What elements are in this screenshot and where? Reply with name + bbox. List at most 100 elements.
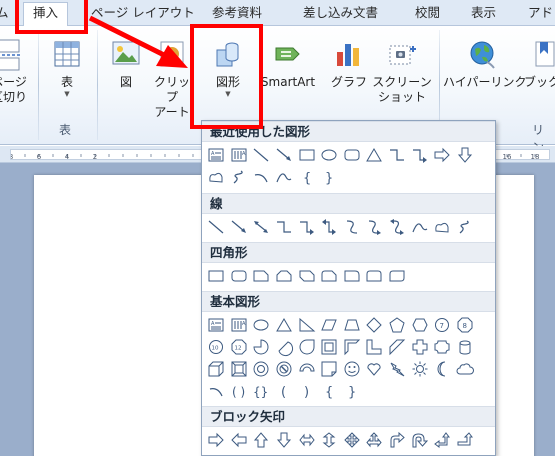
double-arrow-line-shape-icon[interactable] (250, 216, 273, 238)
freeform-shape-icon[interactable] (431, 216, 454, 238)
freeform-shape-icon[interactable] (205, 166, 228, 188)
curve-shape-icon[interactable] (408, 216, 431, 238)
no-symbol-shape-icon[interactable] (273, 358, 296, 380)
left-right-arrow-shape-icon[interactable] (295, 429, 318, 451)
curved-arrow-connector-shape-icon[interactable] (363, 216, 386, 238)
tab-page-layout[interactable]: ページ レイアウト (91, 3, 195, 25)
clipart-button[interactable]: クリップ アート (150, 38, 194, 120)
folded-corner-shape-icon[interactable] (318, 358, 341, 380)
page-break-button[interactable]: ページ 区切り (0, 38, 30, 105)
rounded-rectangle-shape-icon[interactable] (228, 265, 251, 287)
textbox-shape-icon[interactable]: A (205, 144, 228, 166)
hyperlink-button[interactable]: ハイパーリンク (443, 38, 527, 90)
right-bracket-shape-icon[interactable]: ) (295, 380, 318, 402)
left-arrow-shape-icon[interactable] (228, 429, 251, 451)
elbow-arrow-connector-shape-icon[interactable] (295, 216, 318, 238)
frame-shape-icon[interactable] (318, 336, 341, 358)
picture-button[interactable]: 図 (108, 38, 144, 90)
scribble-shape-icon[interactable] (228, 166, 251, 188)
dodecagon-shape-icon[interactable]: 12 (228, 336, 251, 358)
scribble-shape-icon[interactable] (454, 216, 477, 238)
donut-shape-icon[interactable] (250, 358, 273, 380)
down-arrow-shape-icon[interactable] (273, 429, 296, 451)
bookmark-button[interactable]: ブック (524, 38, 555, 90)
line-shape-icon[interactable] (250, 144, 273, 166)
elbow-arrow-connector-shape-icon[interactable] (408, 144, 431, 166)
chord-shape-icon[interactable] (273, 336, 296, 358)
arc-shape-icon[interactable] (250, 166, 273, 188)
right-arrow-shape-icon[interactable] (205, 429, 228, 451)
curve-shape-icon[interactable] (273, 166, 296, 188)
heart-shape-icon[interactable] (363, 358, 386, 380)
pie-shape-icon[interactable] (250, 336, 273, 358)
snip-diagonal-rectangle-shape-icon[interactable] (295, 265, 318, 287)
double-brace-shape-icon[interactable]: {} (250, 380, 273, 402)
vertical-textbox-shape-icon[interactable]: A (228, 314, 251, 336)
round-same-side-rectangle-shape-icon[interactable] (363, 265, 386, 287)
up-arrow-shape-icon[interactable] (250, 429, 273, 451)
down-arrow-shape-icon[interactable] (454, 144, 477, 166)
diagonal-stripe-shape-icon[interactable] (386, 336, 409, 358)
bent-arrow-shape-icon[interactable] (386, 429, 409, 451)
table-button[interactable]: 表 ▼ (50, 38, 84, 98)
right-arrow-shape-icon[interactable] (431, 144, 454, 166)
rectangle-shape-icon[interactable] (295, 144, 318, 166)
curved-connector-shape-icon[interactable] (341, 216, 364, 238)
heptagon-shape-icon[interactable]: 7 (431, 314, 454, 336)
left-brace-shape-icon[interactable]: { (295, 166, 318, 188)
tab-mailings[interactable]: 差し込み文書 (303, 3, 378, 25)
rounded-rectangle-shape-icon[interactable] (341, 144, 364, 166)
smartart-button[interactable]: SmartArt (257, 38, 319, 90)
pentagon-shape-icon[interactable] (386, 314, 409, 336)
smiley-face-shape-icon[interactable] (341, 358, 364, 380)
snip-round-rectangle-shape-icon[interactable] (318, 265, 341, 287)
quad-arrow-shape-icon[interactable] (341, 429, 364, 451)
textbox-shape-icon[interactable]: A (205, 314, 228, 336)
snip-single-corner-rectangle-shape-icon[interactable] (250, 265, 273, 287)
tab-view[interactable]: 表示 (471, 3, 496, 25)
left-right-up-arrow-shape-icon[interactable] (363, 429, 386, 451)
tab-review[interactable]: 校閲 (415, 3, 440, 25)
double-bracket-shape-icon[interactable]: ( ) (228, 380, 251, 402)
plaque-shape-icon[interactable] (431, 336, 454, 358)
curved-double-arrow-connector-shape-icon[interactable] (386, 216, 409, 238)
teardrop-shape-icon[interactable] (295, 336, 318, 358)
moon-shape-icon[interactable] (431, 358, 454, 380)
left-bracket-shape-icon[interactable]: ( (273, 380, 296, 402)
sun-shape-icon[interactable] (408, 358, 431, 380)
decagon-shape-icon[interactable]: 10 (205, 336, 228, 358)
u-turn-arrow-shape-icon[interactable] (408, 429, 431, 451)
oval-shape-icon[interactable] (318, 144, 341, 166)
right-brace-shape-icon[interactable]: } (318, 166, 341, 188)
right-brace-shape-icon[interactable]: } (341, 380, 364, 402)
left-brace-shape-icon[interactable]: { (318, 380, 341, 402)
trapezoid-shape-icon[interactable] (341, 314, 364, 336)
screenshot-button[interactable]: スクリーン ショット (371, 38, 433, 105)
rectangle-shape-icon[interactable] (205, 265, 228, 287)
snip-same-side-rectangle-shape-icon[interactable] (273, 265, 296, 287)
up-down-arrow-shape-icon[interactable] (318, 429, 341, 451)
cloud-shape-icon[interactable] (454, 358, 477, 380)
vertical-textbox-shape-icon[interactable]: A (228, 144, 251, 166)
hexagon-shape-icon[interactable] (408, 314, 431, 336)
bent-up-arrow-shape-icon[interactable] (454, 429, 477, 451)
cross-shape-icon[interactable] (408, 336, 431, 358)
octagon-shape-icon[interactable]: 8 (454, 314, 477, 336)
block-arc-shape-icon[interactable] (295, 358, 318, 380)
lightning-bolt-shape-icon[interactable] (386, 358, 409, 380)
can-shape-icon[interactable] (454, 336, 477, 358)
arrow-line-shape-icon[interactable] (273, 144, 296, 166)
oval-shape-icon[interactable] (250, 314, 273, 336)
cube-shape-icon[interactable] (205, 358, 228, 380)
elbow-double-arrow-connector-shape-icon[interactable] (318, 216, 341, 238)
parallelogram-shape-icon[interactable] (318, 314, 341, 336)
l-shape-icon[interactable] (363, 336, 386, 358)
diamond-shape-icon[interactable] (363, 314, 386, 336)
round-single-corner-rectangle-shape-icon[interactable] (341, 265, 364, 287)
tab-addins[interactable]: アド (528, 3, 553, 25)
triangle-shape-icon[interactable] (363, 144, 386, 166)
elbow-connector-shape-icon[interactable] (386, 144, 409, 166)
tab-references[interactable]: 参考資料 (212, 3, 262, 25)
tab-home[interactable]: ム (0, 3, 9, 25)
line-shape-icon[interactable] (205, 216, 228, 238)
